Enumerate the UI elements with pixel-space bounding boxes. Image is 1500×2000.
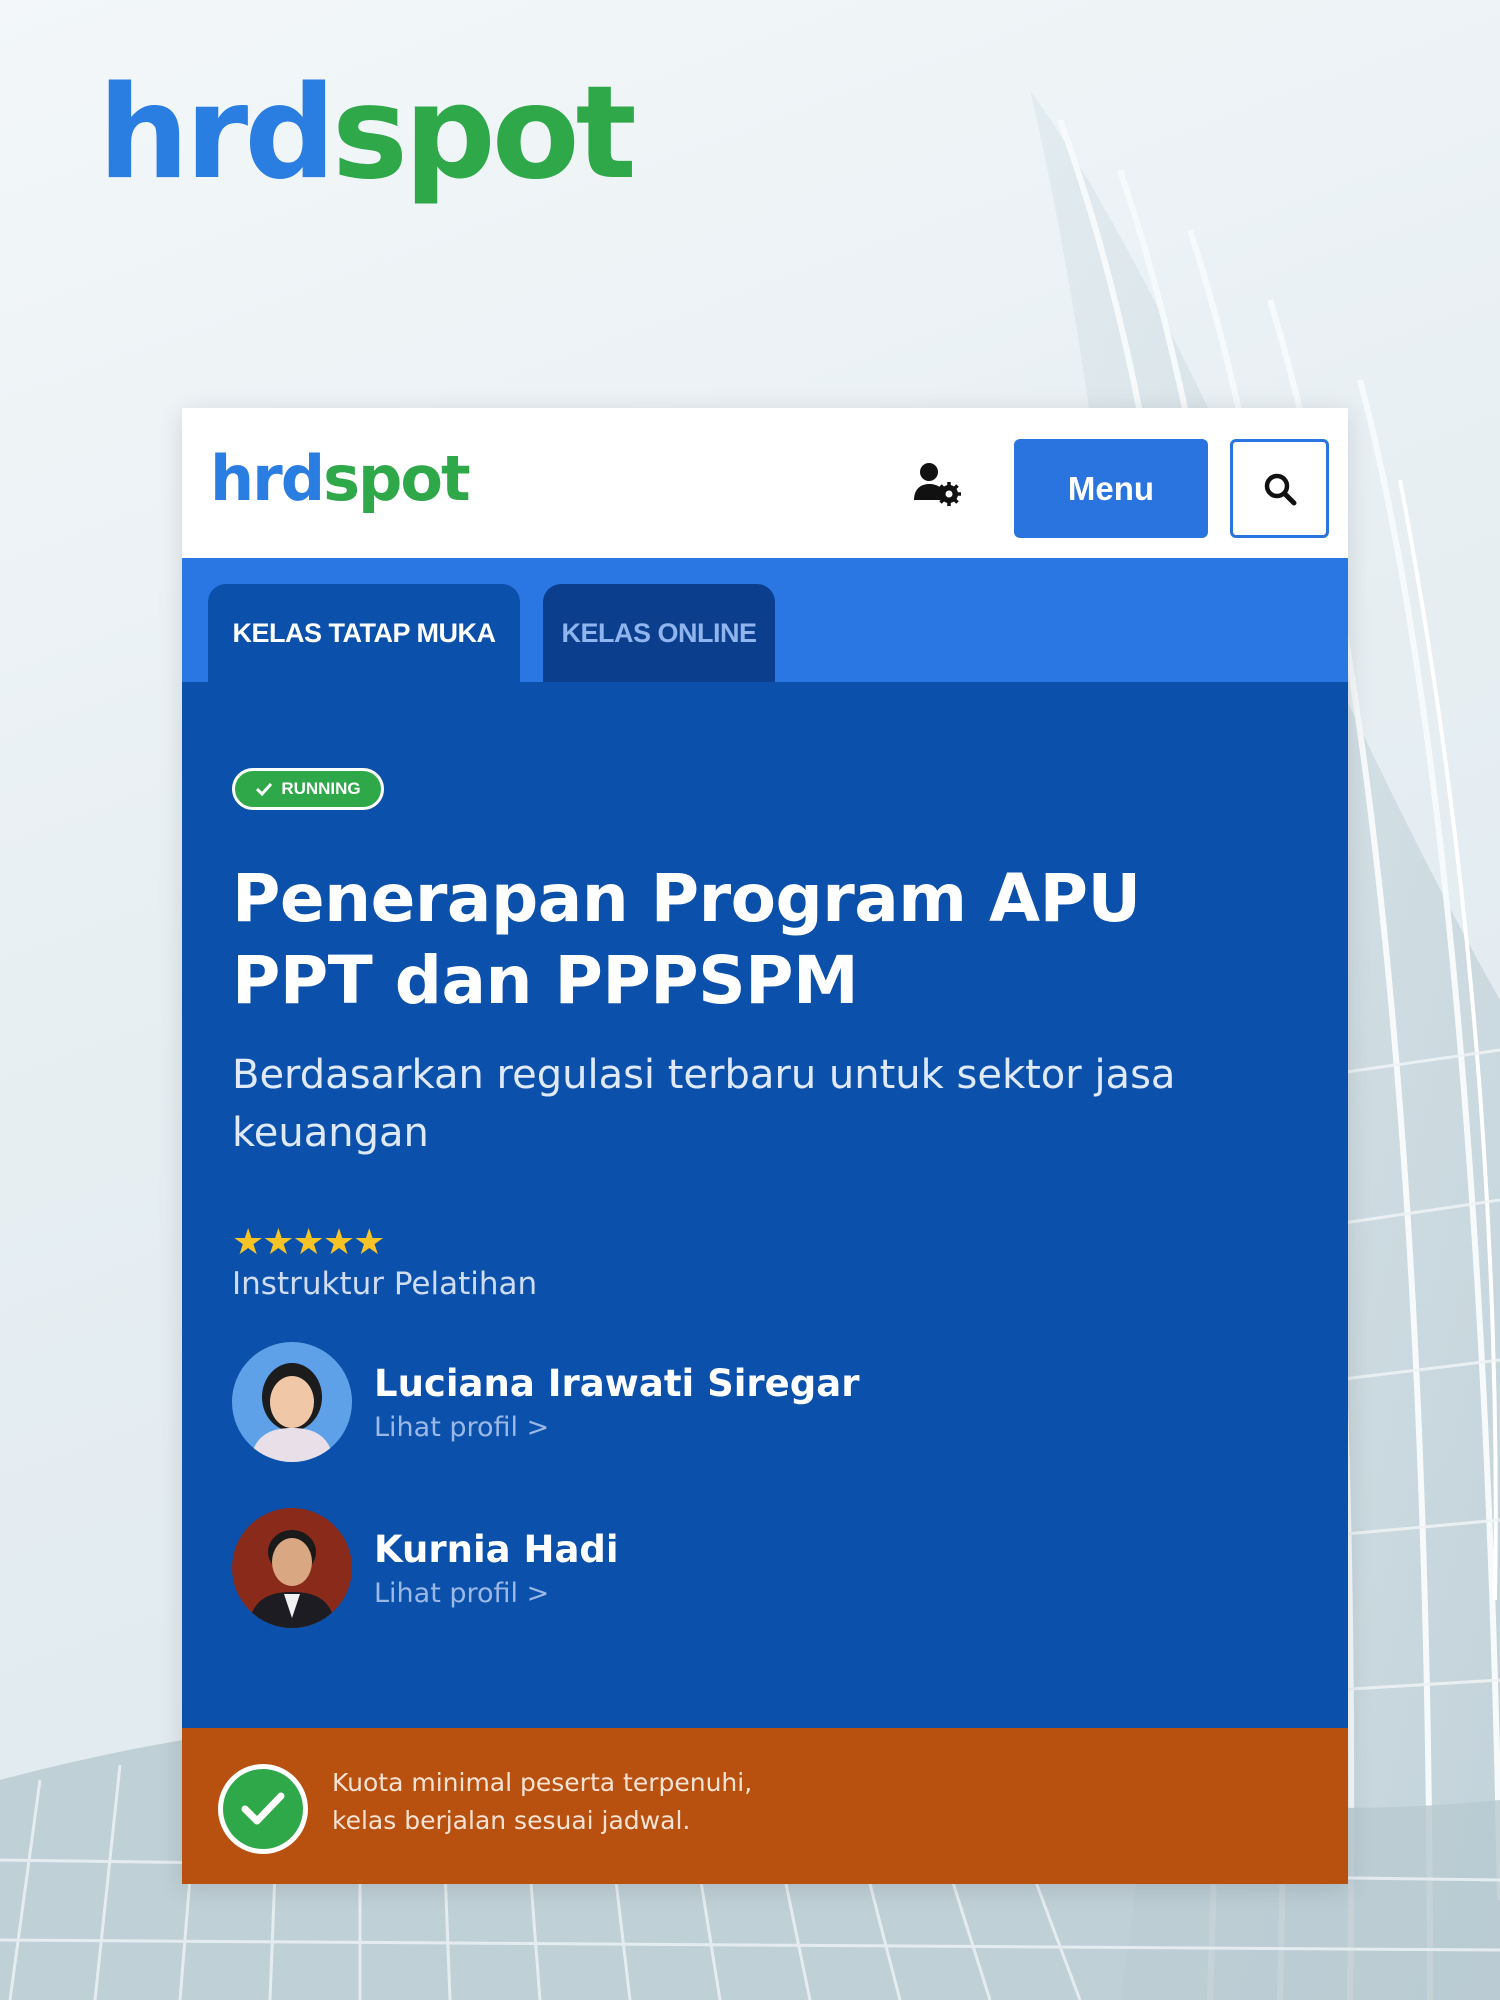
quota-status-banner: Kuota minimal peserta terpenuhi, kelas b…	[182, 1728, 1348, 1884]
instructor-avatar	[232, 1342, 352, 1462]
header-logo[interactable]: hrdspot	[210, 448, 471, 510]
instructor-avatar	[232, 1508, 352, 1628]
status-badge: RUNNING	[232, 768, 384, 810]
header-logo-part2: spot	[323, 442, 471, 515]
course-title: Penerapan Program APU PPT dan PPPSPM	[232, 860, 1141, 1019]
brand-logo: hrdspot	[98, 70, 637, 198]
quota-status-text: Kuota minimal peserta terpenuhi, kelas b…	[332, 1764, 752, 1840]
quota-status-line2: kelas berjalan sesuai jadwal.	[332, 1806, 691, 1835]
instructor-card[interactable]: Luciana Irawati Siregar Lihat profil >	[232, 1342, 1132, 1462]
check-icon	[256, 782, 273, 796]
course-hero: RUNNING Penerapan Program APU PPT dan PP…	[182, 682, 1348, 1728]
rating-stars: ★★★★★	[232, 1222, 385, 1263]
course-subtitle: Berdasarkan regulasi terbaru untuk sekto…	[232, 1052, 1176, 1156]
menu-button[interactable]: Menu	[1014, 439, 1208, 538]
user-gear-icon[interactable]	[912, 458, 962, 508]
search-button[interactable]	[1230, 439, 1329, 538]
tab-bar: KELAS TATAP MUKA KELAS ONLINE	[182, 558, 1348, 682]
view-profile-link[interactable]: Lihat profil >	[374, 1578, 549, 1609]
status-badge-label: RUNNING	[281, 779, 361, 798]
mobile-page-screenshot: hrdspot Menu KELAS TATAP MUKA KELAS ONLI…	[182, 408, 1348, 1884]
instructor-section-label: Instruktur Pelatihan	[232, 1266, 538, 1302]
header-bar: hrdspot Menu	[182, 408, 1348, 558]
brand-logo-part2: spot	[331, 59, 637, 208]
tab-kelas-tatap-muka[interactable]: KELAS TATAP MUKA	[208, 584, 520, 682]
brand-logo-part1: hrd	[98, 59, 336, 208]
instructor-name: Kurnia Hadi	[374, 1528, 619, 1571]
header-logo-part1: hrd	[210, 442, 325, 515]
search-icon	[1264, 473, 1296, 505]
instructor-name: Luciana Irawati Siregar	[374, 1362, 860, 1405]
tab-kelas-online[interactable]: KELAS ONLINE	[543, 584, 775, 682]
instructor-card[interactable]: Kurnia Hadi Lihat profil >	[232, 1508, 1132, 1628]
check-circle-icon	[218, 1764, 308, 1854]
quota-status-line1: Kuota minimal peserta terpenuhi,	[332, 1768, 753, 1797]
view-profile-link[interactable]: Lihat profil >	[374, 1412, 549, 1443]
